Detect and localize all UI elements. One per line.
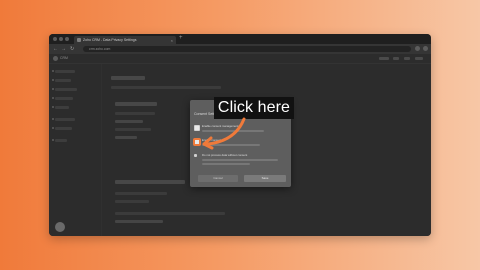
header-action[interactable]: [404, 57, 410, 60]
new-tab-button[interactable]: +: [179, 35, 183, 41]
content-line: [115, 112, 155, 115]
sidebar-item[interactable]: [55, 70, 75, 73]
content-line: [115, 120, 143, 123]
sidebar-icon: [52, 127, 54, 129]
section-heading: [115, 180, 185, 184]
option-3-description: [202, 159, 278, 161]
sidebar-icon: [52, 88, 54, 90]
address-bar[interactable]: crm.zoho.com: [83, 46, 411, 52]
sidebar-item[interactable]: [55, 106, 69, 109]
option-3-label: Do not process data without consent: [202, 153, 248, 157]
sidebar-item[interactable]: [55, 97, 73, 100]
header-action[interactable]: [393, 57, 399, 60]
sidebar-icon: [52, 79, 54, 81]
reload-button[interactable]: ↻: [70, 45, 74, 53]
close-window-dot[interactable]: [53, 37, 57, 41]
profile-icon[interactable]: [423, 46, 428, 51]
cancel-button[interactable]: Cancel: [198, 175, 238, 182]
sidebar-item[interactable]: [55, 88, 77, 91]
brand-label: CRM: [60, 56, 68, 60]
maximize-window-dot[interactable]: [65, 37, 69, 41]
tab-title: Zoho CRM - Data Privacy Settings: [83, 38, 137, 42]
extensions-icon[interactable]: [415, 46, 420, 51]
sidebar-item[interactable]: [55, 118, 75, 121]
back-button[interactable]: ←: [53, 45, 58, 53]
sidebar-icon: [52, 70, 54, 72]
content-line: [115, 220, 163, 223]
pointer-arrow-icon: [202, 117, 246, 150]
option-3-description: [202, 163, 250, 165]
app-header: CRM: [49, 54, 431, 64]
browser-tab[interactable]: Zoho CRM - Data Privacy Settings ×: [74, 36, 176, 44]
sidebar-icon: [52, 118, 54, 120]
sidebar-icon: [52, 97, 54, 99]
sidebar: [49, 64, 102, 236]
content-line: [115, 136, 137, 139]
section-heading: [115, 102, 157, 106]
page-title: [111, 76, 145, 80]
close-tab-icon[interactable]: ×: [171, 38, 173, 43]
minimize-window-dot[interactable]: [59, 37, 63, 41]
content-line: [115, 200, 149, 203]
title-bar: Zoho CRM - Data Privacy Settings × +: [49, 34, 431, 44]
sidebar-icon: [52, 139, 54, 141]
sidebar-item[interactable]: [55, 79, 71, 82]
sidebar-item[interactable]: [55, 127, 72, 130]
sidebar-icon: [52, 106, 54, 108]
content-line: [115, 192, 167, 195]
header-action[interactable]: [415, 57, 423, 60]
option-3-bullet: [194, 154, 197, 157]
avatar[interactable]: [55, 222, 65, 232]
sidebar-item[interactable]: [55, 139, 67, 142]
forward-button[interactable]: →: [61, 45, 66, 53]
content-line: [115, 212, 225, 215]
content-line: [111, 86, 221, 89]
save-button[interactable]: Save: [244, 175, 286, 182]
browser-toolbar: ← → ↻ crm.zoho.com: [49, 44, 431, 54]
logo-icon: [53, 56, 58, 61]
favicon-icon: [77, 38, 81, 42]
header-action[interactable]: [379, 57, 389, 60]
content-line: [115, 128, 151, 131]
